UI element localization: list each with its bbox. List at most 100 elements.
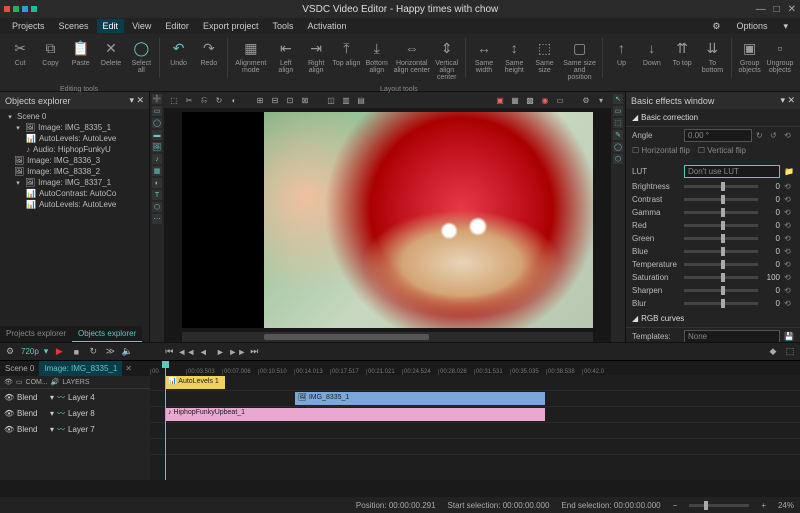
tool-icon[interactable]: ◯ — [152, 118, 162, 128]
redo-button[interactable]: ↷Redo — [195, 38, 223, 67]
tree-item[interactable]: ♪Audio: HiphopFunkyU — [2, 144, 147, 155]
topbar-icon[interactable]: ▩ — [524, 94, 536, 106]
param-slider[interactable] — [684, 185, 758, 188]
eye-icon[interactable]: 👁 — [4, 378, 13, 386]
waveform-icon[interactable]: 〰 — [57, 424, 65, 435]
tree-scene[interactable]: ▾Scene 0 — [2, 111, 147, 122]
tree-item[interactable]: ▾🖼Image: IMG_8335_1 — [2, 122, 147, 133]
reset-icon[interactable]: ⟲ — [784, 286, 794, 295]
next-frame-button[interactable]: ►► — [231, 346, 243, 358]
resolution-dropdown-icon[interactable]: ▾ — [44, 346, 49, 357]
marker-button[interactable]: ◆ — [767, 346, 779, 358]
reset-icon[interactable]: ⟲ — [784, 247, 794, 256]
timeline-ruler[interactable]: 0000:03.50300:07.00600:10.51000:14.01300… — [150, 361, 800, 375]
topbar-icon[interactable]: ▾ — [595, 94, 607, 106]
speed-button[interactable]: ≫ — [104, 346, 116, 358]
rotate-ccw-icon[interactable]: ↺ — [770, 131, 780, 140]
reset-icon[interactable]: ⟲ — [784, 299, 794, 308]
hflip-checkbox[interactable]: ☐ Horizontal flip — [632, 146, 690, 155]
vcenter-align-button[interactable]: ⇕Vertical align center — [433, 38, 461, 81]
param-slider[interactable] — [684, 211, 758, 214]
reset-icon[interactable]: ⟲ — [784, 234, 794, 243]
group-button[interactable]: ▣Group objects — [735, 38, 763, 74]
tree-item[interactable]: ▾🖼Image: IMG_8337_1 — [2, 177, 147, 188]
topbar-icon[interactable]: ⊟ — [269, 94, 281, 106]
topbar-icon[interactable]: ⬚ — [168, 94, 180, 106]
options-dropdown-icon[interactable]: ▾ — [777, 19, 794, 34]
same-sizepos-button[interactable]: ▢Same size and position — [561, 38, 599, 81]
topbar-icon[interactable]: ⎌ — [198, 94, 210, 106]
topbar-icon[interactable]: ▭ — [554, 94, 566, 106]
tree-item[interactable]: 📊AutoLevels: AutoLeve — [2, 199, 147, 210]
tree-item[interactable]: 📊AutoLevels: AutoLeve — [2, 133, 147, 144]
clip-image[interactable]: 🖼 IMG_8335_1 — [295, 392, 545, 405]
topbar-icon[interactable]: ✂ — [183, 94, 195, 106]
param-slider[interactable] — [684, 302, 758, 305]
playhead[interactable] — [165, 361, 166, 480]
chevron-down-icon[interactable]: ▾ — [50, 425, 54, 434]
tool-text-icon[interactable]: T — [152, 190, 162, 200]
options-link[interactable]: Options — [730, 19, 773, 33]
param-slider[interactable] — [684, 289, 758, 292]
zoom-out-icon[interactable]: − — [673, 501, 678, 510]
stop-button[interactable]: ■ — [70, 346, 82, 358]
close-button[interactable]: ✕ — [788, 4, 796, 15]
menu-editor[interactable]: Editor — [159, 19, 195, 33]
right-align-button[interactable]: ⇥Right align — [302, 38, 330, 74]
menu-export[interactable]: Export project — [197, 19, 265, 33]
same-width-button[interactable]: ↔Same width — [470, 38, 498, 74]
copy-button[interactable]: ⧉Copy — [36, 38, 64, 67]
reset-icon[interactable]: ⟲ — [784, 131, 794, 140]
tool-icon[interactable]: ◐ — [152, 178, 162, 188]
mute-button[interactable]: 🔈 — [121, 346, 133, 358]
resolution-select[interactable]: 720p — [21, 347, 39, 356]
eye-icon[interactable]: 👁 — [4, 409, 14, 418]
templates-select[interactable]: None — [684, 330, 780, 342]
select-all-button[interactable]: ◯Select all — [127, 38, 155, 74]
tool-icon[interactable]: ⬡ — [152, 202, 162, 212]
tool-icon[interactable]: ⬡ — [613, 154, 623, 164]
tool-icon[interactable]: ↖ — [613, 94, 623, 104]
up-button[interactable]: ↑Up — [607, 38, 635, 67]
same-size-button[interactable]: ⬚Same size — [530, 38, 558, 74]
layer-row[interactable]: 👁Blend▾〰Layer 8 — [0, 405, 150, 421]
tool-icon[interactable]: ⋯ — [152, 214, 162, 224]
topbar-icon[interactable]: ▤ — [355, 94, 367, 106]
menu-view[interactable]: View — [126, 19, 157, 33]
video-preview[interactable] — [182, 112, 593, 328]
reset-icon[interactable]: ⟲ — [784, 208, 794, 217]
zoom-in-icon[interactable]: + — [761, 501, 766, 510]
settings-icon[interactable]: ⚙ — [706, 19, 726, 34]
topbar-icon[interactable]: ▥ — [340, 94, 352, 106]
tree-item[interactable]: 🖼Image: IMG_8338_2 — [2, 166, 147, 177]
prev-frame-button[interactable]: ◄◄ — [180, 346, 192, 358]
menu-activation[interactable]: Activation — [301, 19, 352, 33]
left-align-button[interactable]: ⇤Left align — [272, 38, 300, 74]
waveform-icon[interactable]: 〰 — [57, 408, 65, 419]
topbar-icon[interactable]: ⊡ — [284, 94, 296, 106]
lut-select[interactable]: Don't use LUT — [684, 165, 780, 178]
topbar-icon[interactable]: ◉ — [539, 94, 551, 106]
loop-button[interactable]: ↻ — [87, 346, 99, 358]
marker-button[interactable]: ⬚ — [784, 346, 796, 358]
topbar-icon[interactable]: ◐ — [228, 94, 240, 106]
step-fwd-button[interactable]: ► — [214, 346, 226, 358]
tool-icon[interactable]: ◯ — [613, 142, 623, 152]
tab-objects-explorer[interactable]: Objects explorer — [72, 326, 142, 342]
topbar-icon[interactable]: ▦ — [509, 94, 521, 106]
goto-end-button[interactable]: ⏭ — [248, 346, 260, 358]
param-slider[interactable] — [684, 250, 758, 253]
clip-audio[interactable]: ♪ HiphopFunkyUpbeat_1 — [165, 408, 545, 421]
preview-scrollbar[interactable] — [182, 332, 593, 342]
tool-icon[interactable]: ▭ — [613, 106, 623, 116]
tool-icon[interactable]: ▬ — [152, 130, 162, 140]
layer-row[interactable]: 👁Blend▾〰Layer 7 — [0, 421, 150, 437]
maximize-button[interactable]: □ — [774, 4, 780, 15]
paste-button[interactable]: 📋Paste — [67, 38, 95, 67]
goto-start-button[interactable]: ⏮ — [163, 346, 175, 358]
tool-icon[interactable]: 🖼 — [152, 142, 162, 152]
reset-icon[interactable]: ⟲ — [784, 260, 794, 269]
tool-icon[interactable]: ✎ — [613, 130, 623, 140]
tab-projects-explorer[interactable]: Projects explorer — [0, 326, 72, 342]
blend-mode[interactable]: Blend — [17, 393, 47, 402]
